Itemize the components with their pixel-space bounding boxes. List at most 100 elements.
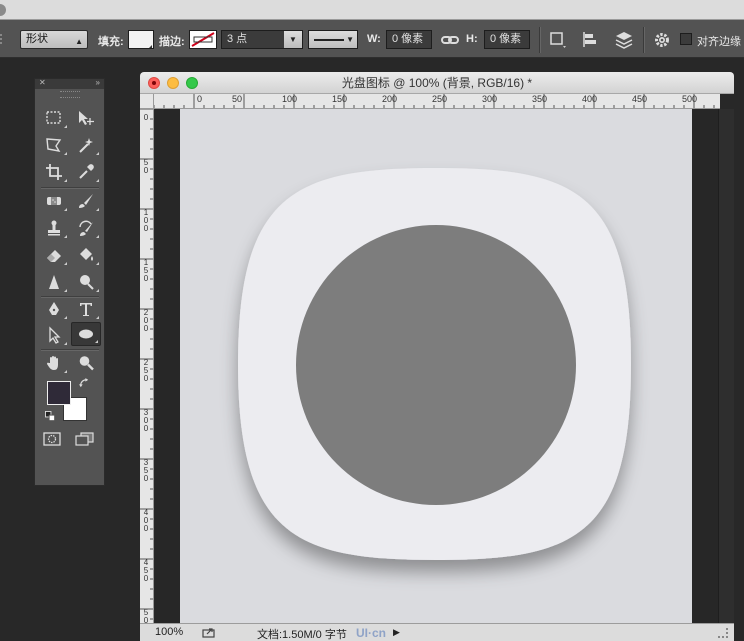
- h-ruler-label: 350: [532, 94, 548, 104]
- status-menu-arrow-icon[interactable]: ▶: [393, 627, 400, 638]
- height-label: H:: [466, 33, 478, 45]
- arrow-select-icon: [49, 326, 61, 344]
- divider: [539, 27, 540, 53]
- width-value: 0 像素: [392, 33, 424, 45]
- type-t-icon: [80, 303, 92, 316]
- horizontal-ruler[interactable]: 0 50 100 150 200 250 300 350 400 450 500: [154, 94, 720, 109]
- link-chain-icon[interactable]: [440, 30, 460, 50]
- path-alignment-icon[interactable]: [580, 30, 600, 50]
- options-bar-grip: [0, 34, 4, 44]
- quick-mask-button[interactable]: [43, 432, 61, 446]
- pen-tool[interactable]: [39, 297, 69, 321]
- lasso-icon: [46, 138, 62, 152]
- stroke-swatch-button[interactable]: [189, 30, 217, 49]
- h-ruler-label: 500: [682, 94, 698, 104]
- bandage-icon: [47, 197, 61, 205]
- v-ruler-label: 0: [143, 113, 149, 122]
- default-colors-icon[interactable]: [45, 411, 56, 422]
- healing-brush-tool[interactable]: [39, 189, 69, 213]
- path-select-tool[interactable]: [39, 323, 69, 347]
- options-bar: 形状 ▲ 填充: 描边: 3 点 ▼ ▼ W: 0 像素 H: 0 像素 对齐边…: [0, 20, 744, 58]
- ruler-origin[interactable]: [140, 94, 154, 109]
- v-ruler-label: 250: [143, 358, 149, 383]
- pen-icon: [49, 302, 59, 315]
- zoom-level[interactable]: 100%: [155, 626, 183, 638]
- paint-bucket-tool[interactable]: [71, 243, 101, 267]
- type-tool[interactable]: [71, 297, 101, 321]
- stroke-width-dropdown[interactable]: ▼: [284, 31, 302, 48]
- stroke-width-field[interactable]: 3 点 ▼: [221, 30, 303, 49]
- sharpen-tool[interactable]: [39, 270, 69, 294]
- stroke-type-select[interactable]: ▼: [308, 30, 358, 49]
- h-ruler-label: 150: [332, 94, 348, 104]
- app-indicator: [0, 4, 6, 16]
- document-title: 光盘图标 @ 100% (背景, RGB/16) *: [341, 76, 533, 90]
- close-window-button[interactable]: [148, 77, 160, 89]
- move-tool[interactable]: [71, 106, 101, 130]
- document-window: 光盘图标 @ 100% (背景, RGB/16) * 0 50 100 150 …: [140, 72, 734, 641]
- status-bar: 100% 文档:1.50M/0 字节 UI·cn ▶: [140, 623, 734, 641]
- minimize-window-button[interactable]: [167, 77, 179, 89]
- vertical-ruler[interactable]: 0 50 100 150 200 250 300 350 400 450 500: [140, 109, 154, 623]
- crop-tool[interactable]: [39, 160, 69, 184]
- history-brush-tool[interactable]: [71, 216, 101, 240]
- gear-icon[interactable]: [652, 30, 672, 50]
- zoom-window-button[interactable]: [186, 77, 198, 89]
- height-field[interactable]: 0 像素: [484, 30, 530, 49]
- foreground-color-swatch[interactable]: [47, 381, 71, 405]
- magic-wand-icon: [79, 138, 93, 153]
- app-menu-strip: [0, 0, 744, 20]
- align-edges-label: 对齐边缘: [697, 36, 741, 48]
- dodge-tool[interactable]: [71, 270, 101, 294]
- brush-tool[interactable]: [71, 189, 101, 213]
- updown-arrows-icon: ▲: [75, 37, 83, 46]
- v-ruler-label: 500: [143, 608, 149, 624]
- vertical-scrollbar[interactable]: [718, 109, 734, 623]
- screen-mode-button[interactable]: [75, 432, 95, 446]
- clone-stamp-tool[interactable]: [39, 216, 69, 240]
- document-info: 文档:1.50M/0 字节: [257, 629, 347, 641]
- h-ruler-label: 400: [582, 94, 598, 104]
- width-field[interactable]: 0 像素: [386, 30, 432, 49]
- magic-wand-tool[interactable]: [71, 133, 101, 157]
- tools-panel-header: ✕ »: [35, 78, 104, 89]
- path-arrangement-icon[interactable]: [614, 30, 634, 50]
- v-ruler-label: 300: [143, 408, 149, 433]
- h-ruler-label: 250: [432, 94, 448, 104]
- document-titlebar[interactable]: 光盘图标 @ 100% (背景, RGB/16) *: [140, 72, 734, 94]
- close-icon[interactable]: ✕: [39, 78, 46, 87]
- rect-marquee-icon: [46, 111, 61, 124]
- hand-tool[interactable]: [39, 351, 69, 375]
- collapse-icon[interactable]: »: [96, 78, 100, 87]
- fill-swatch-button[interactable]: [128, 30, 154, 49]
- chevron-down-icon: ▼: [346, 35, 354, 44]
- ellipse-icon: [79, 329, 93, 339]
- h-ruler-label: 50: [232, 94, 243, 104]
- disc-circle: [296, 225, 576, 505]
- rect-marquee-tool[interactable]: [39, 106, 69, 130]
- zoom-tool[interactable]: [71, 351, 101, 375]
- eraser-icon: [47, 250, 61, 262]
- v-ruler-label: 400: [143, 508, 149, 533]
- canvas[interactable]: [180, 109, 692, 623]
- v-ruler-label: 450: [143, 558, 149, 583]
- share-export-icon[interactable]: [202, 627, 216, 638]
- stamp-icon: [48, 220, 60, 236]
- swap-colors-icon[interactable]: [79, 378, 90, 389]
- v-ruler-label: 150: [143, 258, 149, 283]
- resize-grip-icon[interactable]: [718, 628, 728, 638]
- path-operations-icon[interactable]: [548, 30, 568, 50]
- shape-mode-select[interactable]: 形状 ▲: [20, 30, 88, 49]
- ellipse-tool[interactable]: [71, 322, 101, 346]
- divider: [643, 27, 644, 53]
- eyedropper-tool[interactable]: [71, 160, 101, 184]
- pasteboard[interactable]: [155, 109, 718, 623]
- polygon-lasso-tool[interactable]: [39, 133, 69, 157]
- align-edges-checkbox[interactable]: [680, 33, 692, 45]
- brush-icon: [79, 194, 93, 208]
- tools-panel: ✕ »: [34, 78, 105, 486]
- panel-grip: [59, 91, 80, 98]
- eraser-tool[interactable]: [39, 243, 69, 267]
- magnifier-icon: [79, 356, 94, 371]
- h-ruler-label: 300: [482, 94, 498, 104]
